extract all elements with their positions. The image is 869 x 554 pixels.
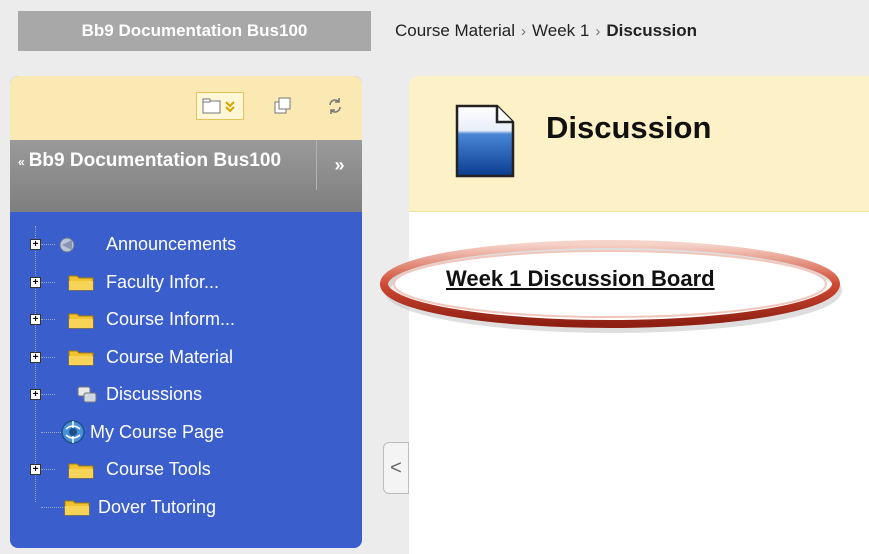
sidebar-course-title[interactable]: «Bb9 Documentation Bus100 <box>18 148 308 175</box>
course-page-icon <box>60 419 86 445</box>
highlighted-link-area: Week 1 Discussion Board <box>376 236 846 336</box>
folder-icon <box>64 498 90 516</box>
expand-menu-button[interactable]: » <box>316 140 362 190</box>
folder-icon <box>68 311 94 329</box>
breadcrumb-separator: › <box>521 22 526 40</box>
collapse-up-icon: « <box>18 155 25 169</box>
refresh-button[interactable] <box>324 92 346 120</box>
menu-item-discussions[interactable]: + Discussions <box>10 376 362 414</box>
tree-line <box>41 281 55 283</box>
folder-icon <box>68 273 94 291</box>
announcements-icon <box>56 234 78 256</box>
menu-item-label: Discussions <box>106 384 203 405</box>
tree-line <box>41 394 55 396</box>
menu-item-faculty-information[interactable]: + Faculty Infor... <box>10 264 362 302</box>
menu-item-label: Faculty Infor... <box>106 271 220 292</box>
discussions-icon <box>76 384 98 406</box>
course-menu-tree: + Announcements + Faculty Infor... + Cou… <box>10 212 362 526</box>
breadcrumb-current: Discussion <box>606 21 698 40</box>
menu-item-dover-tutoring[interactable]: Dover Tutoring <box>10 489 362 527</box>
expand-icon[interactable]: + <box>30 389 41 401</box>
menu-item-label: Course Material <box>106 346 234 367</box>
breadcrumb-week-1[interactable]: Week 1 <box>532 21 589 41</box>
tree-line <box>41 319 55 321</box>
breadcrumb: Course Material › Week 1 › Discussion <box>395 11 697 51</box>
double-chevron-right-icon: » <box>334 154 345 175</box>
sidebar-toolbar <box>10 76 362 140</box>
menu-item-label: My Course Page <box>90 421 225 442</box>
chevron-left-icon: < <box>390 456 402 479</box>
menu-item-label: Course Tools <box>106 459 211 480</box>
menu-item-label: Dover Tutoring <box>98 496 217 517</box>
expand-icon[interactable]: + <box>30 464 41 476</box>
week-1-discussion-board-link[interactable]: Week 1 Discussion Board <box>446 266 715 292</box>
top-bar: Bb9 Documentation Bus100 Course Material… <box>0 0 869 62</box>
folder-icon <box>68 461 94 479</box>
expand-icon[interactable]: + <box>30 314 41 326</box>
tree-line <box>41 469 55 471</box>
document-icon <box>455 104 515 178</box>
breadcrumb-separator: › <box>595 22 601 40</box>
folder-menu-icon <box>202 98 235 114</box>
folder-menu-button[interactable] <box>196 92 244 120</box>
menu-item-course-tools[interactable]: + Course Tools <box>10 451 362 489</box>
folder-icon <box>68 348 94 366</box>
menu-item-my-course-page[interactable]: My Course Page <box>10 414 362 452</box>
course-menu-sidebar: «Bb9 Documentation Bus100 » + Announceme… <box>10 76 362 548</box>
menu-item-label: Course Inform... <box>106 309 236 330</box>
page-title: Discussion <box>546 110 712 145</box>
course-title-tab[interactable]: Bb9 Documentation Bus100 <box>18 11 371 51</box>
sidebar-course-title-text: Bb9 Documentation Bus100 <box>28 150 282 171</box>
content-header: Discussion <box>409 76 869 212</box>
menu-item-label: Announcements <box>106 234 237 255</box>
menu-item-course-information[interactable]: + Course Inform... <box>10 301 362 339</box>
tree-line <box>41 356 55 358</box>
new-window-button[interactable] <box>272 92 294 120</box>
collapse-sidebar-tab[interactable]: < <box>383 442 409 494</box>
refresh-icon <box>329 98 341 114</box>
new-window-icon <box>274 97 291 114</box>
menu-item-announcements[interactable]: + Announcements <box>10 226 362 264</box>
sidebar-header: «Bb9 Documentation Bus100 » <box>10 140 362 212</box>
expand-icon[interactable]: + <box>30 239 41 251</box>
tree-line <box>41 244 55 246</box>
menu-item-course-material[interactable]: + Course Material <box>10 339 362 377</box>
breadcrumb-course-material[interactable]: Course Material <box>395 21 515 41</box>
expand-icon[interactable]: + <box>30 276 41 288</box>
expand-icon[interactable]: + <box>30 351 41 363</box>
